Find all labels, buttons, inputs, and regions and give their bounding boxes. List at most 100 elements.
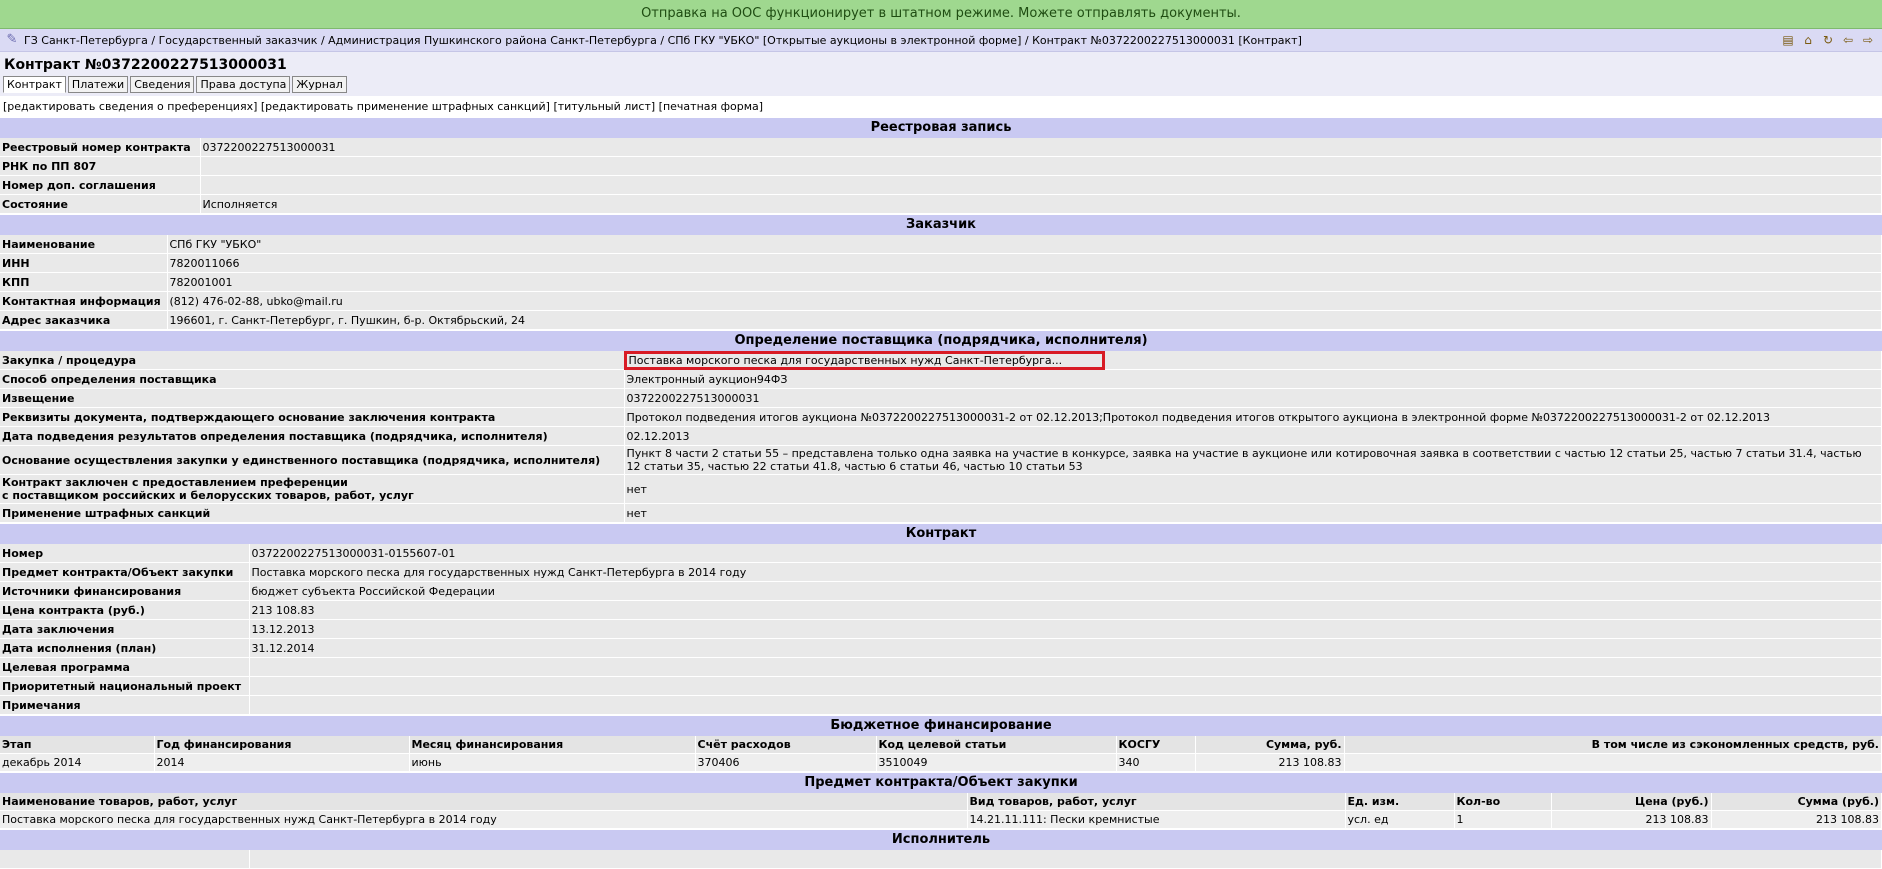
table-cell: 1 — [1454, 810, 1552, 829]
row-value: Поставка морского песка для государствен… — [623, 350, 1882, 370]
column-header: Наименование товаров, работ, услуг — [0, 793, 968, 811]
row-label: Дата подведения результатов определения … — [0, 426, 625, 446]
row-label: РНК по ПП 807 — [0, 156, 201, 176]
table-row: Дата исполнения (план) 31.12.2014 — [0, 638, 1882, 658]
column-header: Год финансирования — [154, 736, 410, 754]
table-row: Контракт заключен с предоставлением преф… — [0, 474, 1882, 504]
row-value — [249, 676, 1882, 696]
budget-header: Бюджетное финансирование — [0, 715, 1882, 736]
row-value: нет — [624, 474, 1882, 504]
status-notification: Отправка на ООС функционирует в штатном … — [0, 0, 1882, 29]
row-label: Номер — [0, 544, 250, 563]
supplier-table: Закупка / процедура Поставка морского пе… — [0, 350, 1882, 523]
edit-penalties-link[interactable]: [редактировать применение штрафных санкц… — [261, 100, 550, 113]
row-label: Целевая программа — [0, 657, 250, 677]
row-label: ИНН — [0, 253, 168, 273]
row-label: Дата заключения — [0, 619, 250, 639]
back-icon[interactable]: ⇦ — [1840, 32, 1856, 48]
row-label: Закупка / процедура — [0, 351, 625, 370]
column-header: Вид товаров, работ, услуг — [967, 793, 1346, 811]
tab-log[interactable]: Журнал — [292, 76, 347, 93]
table-row: Номер доп. соглашения — [0, 175, 1882, 195]
column-header: В том числе из сэкономленных средств, ру… — [1344, 736, 1882, 754]
table-row: Способ определения поставщика Электронный… — [0, 369, 1882, 389]
title-page-link[interactable]: [титульный лист] — [553, 100, 655, 113]
refresh-icon[interactable]: ↻ — [1820, 32, 1836, 48]
table-cell: 2014 — [154, 753, 410, 772]
row-value: 02.12.2013 — [624, 426, 1882, 446]
table-row: ИНН 7820011066 — [0, 253, 1882, 273]
row-value: 213 108.83 — [249, 600, 1882, 620]
row-value: (812) 476-02-88, ubko@mail.ru — [167, 291, 1882, 311]
column-header: Сумма, руб. — [1195, 736, 1345, 754]
executor-header: Исполнитель — [0, 829, 1882, 850]
column-header: КОСГУ — [1116, 736, 1196, 754]
tab-bar: Контракт Платежи Сведения Права доступа … — [0, 76, 1882, 96]
table-cell: 213 108.83 — [1551, 810, 1712, 829]
subject-header: Предмет контракта/Объект закупки — [0, 772, 1882, 793]
table-row: КПП 782001001 — [0, 272, 1882, 292]
table-cell — [1344, 753, 1882, 772]
table-row: Основание осуществления закупки у единст… — [0, 445, 1882, 475]
column-header: Цена (руб.) — [1551, 793, 1712, 811]
row-label: Реестровый номер контракта — [0, 138, 201, 157]
table-cell: декабрь 2014 — [0, 753, 155, 772]
row-label: Контактная информация — [0, 291, 168, 311]
table-row: Источники финансирования бюджет субъекта … — [0, 581, 1882, 601]
table-row: Приоритетный национальный проект — [0, 676, 1882, 696]
tab-info[interactable]: Сведения — [130, 76, 195, 93]
tab-access[interactable]: Права доступа — [196, 76, 291, 93]
executor-table — [0, 850, 1882, 869]
table-row: Извещение 0372200227513000031 — [0, 388, 1882, 408]
column-header: Месяц финансирования — [409, 736, 696, 754]
table-cell: Поставка морского песка для государствен… — [0, 810, 968, 829]
customer-table: Наименование СПб ГКУ "УБКО" ИНН 7820011066… — [0, 235, 1882, 330]
procurement-link[interactable]: Поставка морского песка для государствен… — [623, 350, 1106, 370]
row-value: Пункт 8 части 2 статьи 55 – представлена… — [624, 445, 1882, 475]
table-cell: июнь — [409, 753, 696, 772]
registry-table: Реестровый номер контракта 03722002275130… — [0, 138, 1882, 214]
row-label: Источники финансирования — [0, 581, 250, 601]
row-value: 7820011066 — [167, 253, 1882, 273]
row-label: Наименование — [0, 235, 168, 254]
table-row: Поставка морского песка для государствен… — [0, 810, 1882, 829]
table-row: Примечания — [0, 695, 1882, 715]
folder-icon[interactable]: ▤ — [1780, 32, 1796, 48]
row-label: Примечания — [0, 695, 250, 715]
table-cell: 14.21.11.111: Пески кремнистые — [967, 810, 1346, 829]
row-label: Способ определения поставщика — [0, 369, 625, 389]
row-value — [200, 175, 1882, 195]
column-header: Сумма (руб.) — [1711, 793, 1882, 811]
table-row: Целевая программа — [0, 657, 1882, 677]
row-value: Поставка морского песка для государствен… — [249, 562, 1882, 582]
print-form-link[interactable]: [печатная форма] — [659, 100, 763, 113]
breadcrumb: ✎ ГЗ Санкт-Петербурга / Государственный … — [0, 29, 1882, 52]
row-value: 782001001 — [167, 272, 1882, 292]
table-row: Реквизиты документа, подтверждающего осн… — [0, 407, 1882, 427]
contract-table: Номер 0372200227513000031-0155607-01 Пред… — [0, 544, 1882, 715]
contract-header: Контракт — [0, 523, 1882, 544]
page-title: Контракт №0372200227513000031 — [0, 52, 1882, 76]
row-label: Состояние — [0, 194, 201, 214]
supplier-header: Определение поставщика (подрядчика, испо… — [0, 330, 1882, 351]
row-label: Дата исполнения (план) — [0, 638, 250, 658]
row-value — [200, 156, 1882, 176]
subject-table: Наименование товаров, работ, услуг Вид т… — [0, 793, 1882, 829]
table-row: РНК по ПП 807 — [0, 156, 1882, 176]
table-cell: 213 108.83 — [1195, 753, 1345, 772]
tab-contract[interactable]: Контракт — [3, 76, 66, 93]
home-icon[interactable]: ⌂ — [1800, 32, 1816, 48]
row-value: 0372200227513000031 — [624, 388, 1882, 408]
table-header-row: Этап Год финансирования Месяц финансиров… — [0, 736, 1882, 754]
table-row: Применение штрафных санкций нет — [0, 503, 1882, 523]
table-row: Наименование СПб ГКУ "УБКО" — [0, 235, 1882, 254]
row-label: Реквизиты документа, подтверждающего осн… — [0, 407, 625, 427]
row-value: Исполняется — [200, 194, 1882, 214]
table-cell: 370406 — [695, 753, 877, 772]
forward-icon[interactable]: ⇨ — [1860, 32, 1876, 48]
edit-preferences-link[interactable]: [редактировать сведения о преференциях] — [3, 100, 257, 113]
table-cell: усл. ед — [1345, 810, 1455, 829]
tab-payments[interactable]: Платежи — [67, 76, 129, 93]
table-row: Номер 0372200227513000031-0155607-01 — [0, 544, 1882, 563]
breadcrumb-text[interactable]: ГЗ Санкт-Петербурга / Государственный за… — [24, 34, 1302, 47]
